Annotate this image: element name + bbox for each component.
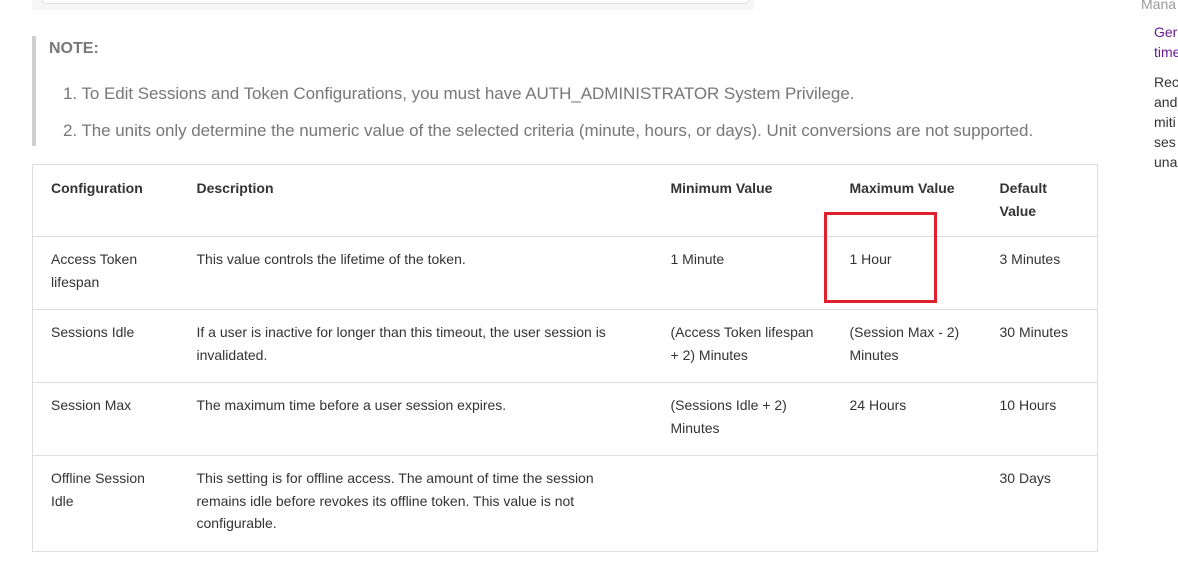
sidebar-text-line: miti xyxy=(1154,114,1176,130)
note-item-units: 2. The units only determine the numeric … xyxy=(63,121,1034,140)
cell-minimum-value: (Sessions Idle + 2) Minutes xyxy=(652,382,832,456)
cell-configuration: Session Max xyxy=(32,382,179,456)
cell-default-value: 30 Days xyxy=(981,455,1098,552)
cell-minimum-value xyxy=(652,455,832,552)
right-sidebar: Mana Ger time Rec and miti ses una xyxy=(1141,0,1178,575)
cell-description: This setting is for offline access. The … xyxy=(178,455,653,552)
header-description: Description xyxy=(178,164,653,237)
cell-default-value: 10 Hours xyxy=(981,382,1098,456)
sidebar-text: Rec and miti ses una xyxy=(1154,72,1178,172)
sidebar-link[interactable]: Ger time xyxy=(1154,22,1178,62)
sidebar-text-line: and xyxy=(1154,94,1178,110)
cell-description: If a user is inactive for longer than th… xyxy=(178,309,653,383)
header-default-value: Default Value xyxy=(981,164,1098,237)
header-configuration: Configuration xyxy=(32,164,179,237)
cell-configuration: Offline Session Idle xyxy=(32,455,179,552)
note-callout: NOTE: 1. To Edit Sessions and Token Conf… xyxy=(32,36,1096,146)
cell-description: This value controls the lifetime of the … xyxy=(178,236,653,310)
table-row: Offline Session Idle This setting is for… xyxy=(32,455,1098,552)
header-minimum-value: Minimum Value xyxy=(652,164,832,237)
previous-content-box-inner xyxy=(42,0,749,4)
table-row: Access Token lifespan This value control… xyxy=(32,236,1098,310)
highlight-annotation-box xyxy=(824,212,937,303)
note-title: NOTE: xyxy=(49,40,99,57)
sidebar-link-line: time xyxy=(1154,44,1178,60)
sidebar-heading: Mana xyxy=(1141,0,1177,12)
sidebar-text-line: una xyxy=(1154,154,1178,170)
cell-description: The maximum time before a user session e… xyxy=(178,382,653,456)
sidebar-text-line: ses xyxy=(1154,134,1176,150)
cell-maximum-value: (Session Max - 2) Minutes xyxy=(831,309,982,383)
sidebar-text-line: Rec xyxy=(1154,74,1178,90)
note-item-privilege: 1. To Edit Sessions and Token Configurat… xyxy=(63,84,855,103)
sidebar-link-line: Ger xyxy=(1154,24,1178,40)
cell-configuration: Sessions Idle xyxy=(32,309,179,383)
cell-configuration: Access Token lifespan xyxy=(32,236,179,310)
session-config-table: Configuration Description Minimum Value … xyxy=(32,164,1098,552)
cell-minimum-value: 1 Minute xyxy=(652,236,832,310)
previous-content-box xyxy=(32,0,754,10)
table-header-row: Configuration Description Minimum Value … xyxy=(32,164,1098,237)
cell-default-value: 3 Minutes xyxy=(981,236,1098,310)
table-row: Sessions Idle If a user is inactive for … xyxy=(32,309,1098,383)
cell-maximum-value: 24 Hours xyxy=(831,382,982,456)
cell-maximum-value xyxy=(831,455,982,552)
table-row: Session Max The maximum time before a us… xyxy=(32,382,1098,456)
cell-minimum-value: (Access Token lifespan + 2) Minutes xyxy=(652,309,832,383)
cell-default-value: 30 Minutes xyxy=(981,309,1098,383)
